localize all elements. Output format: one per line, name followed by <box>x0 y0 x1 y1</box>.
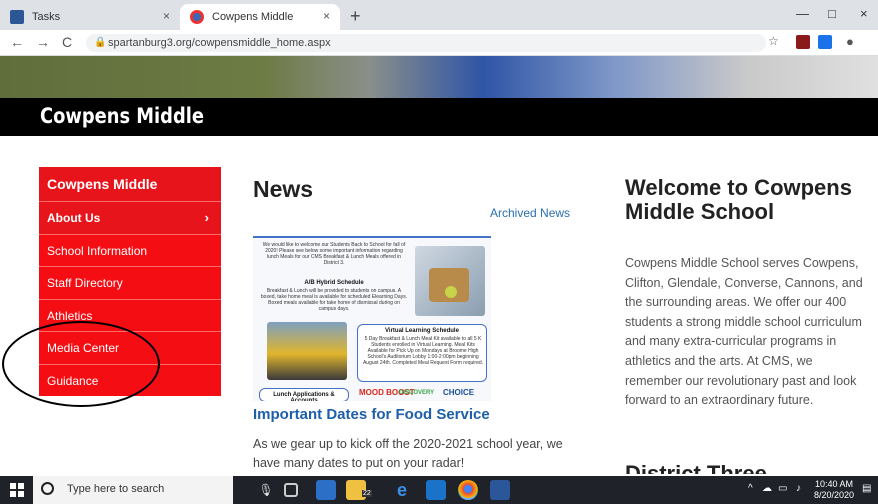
profile-icon[interactable]: ● <box>846 34 854 49</box>
tasks-favicon-icon <box>10 10 24 24</box>
search-placeholder: Type here to search <box>67 483 165 495</box>
onedrive-icon[interactable]: ☁ <box>762 483 772 494</box>
clock-date: 8/20/2020 <box>813 490 854 500</box>
file-explorer-icon[interactable] <box>316 480 336 500</box>
tab-cowpens-middle[interactable]: Cowpens Middle × <box>180 4 340 30</box>
flyer-ab-title: A/B Hybrid Schedule <box>304 280 364 286</box>
windows-taskbar: Type here to search 🎙 22 e ^ ☁ ▭ ♪ 10:40… <box>0 476 878 504</box>
discovery-logo: DISCOVERY <box>399 390 435 396</box>
virtual-schedule-box: Virtual Learning Schedule 5 Day Breakfas… <box>357 324 487 382</box>
system-clock[interactable]: 10:40 AM 8/20/2020 <box>814 479 854 501</box>
school-bus-photo <box>267 322 347 380</box>
news-heading: News <box>253 176 314 202</box>
address-bar-row: ← → C 🔒 spartanburg3.org/cowpensmiddle_h… <box>0 30 878 56</box>
fruit-shape <box>445 286 457 298</box>
district-three-heading: District Three <box>625 461 767 474</box>
choice-logo: CHOICE <box>443 388 475 397</box>
lunch-applications-box: Lunch Applications & Accounts <box>259 388 349 401</box>
notifications-icon[interactable]: ▤ <box>862 483 871 494</box>
extension-pdf-icon[interactable] <box>796 35 810 49</box>
windows-start-icon[interactable] <box>10 483 24 497</box>
sidebar-item-label: Staff Directory <box>47 276 123 290</box>
flyer-ab-text: Breakfast & Lunch will be provided to st… <box>260 288 408 312</box>
close-tab-icon[interactable]: × <box>163 9 170 23</box>
forward-button[interactable]: → <box>36 34 50 50</box>
browser-tab-bar: Tasks × Cowpens Middle × + — □ × <box>0 0 878 30</box>
new-tab-button[interactable]: + <box>350 6 361 27</box>
extension-blue-icon[interactable] <box>818 35 832 49</box>
tab-label: Cowpens Middle <box>212 11 294 23</box>
flyer-virtual-text: 5 Day Breakfast & Lunch Meal Kit availab… <box>362 336 484 366</box>
sidebar-item-about-us[interactable]: About Us › <box>39 201 221 234</box>
network-icon[interactable]: ▭ <box>778 483 787 494</box>
close-window-button[interactable]: × <box>860 6 868 21</box>
word-icon[interactable] <box>490 480 510 500</box>
bookmark-star-icon[interactable]: ☆ <box>768 34 779 48</box>
meal-box-photo <box>415 246 485 316</box>
site-banner: Cowpens Middle <box>0 98 878 136</box>
back-button[interactable]: ← <box>10 34 24 50</box>
edge-browser-icon[interactable]: e <box>392 480 412 500</box>
clock-time: 10:40 AM <box>814 479 853 489</box>
url-field[interactable]: 🔒 spartanburg3.org/cowpensmiddle_home.as… <box>86 34 766 52</box>
hero-image <box>0 56 878 98</box>
news-flyer-image[interactable]: We would like to welcome our Students Ba… <box>253 236 491 401</box>
volume-icon[interactable]: ♪ <box>796 483 801 494</box>
sidebar-item-school-information[interactable]: School Information <box>39 233 221 266</box>
tab-label: Tasks <box>32 11 61 23</box>
news-article-summary: As we gear up to kick off the 2020-2021 … <box>253 437 563 470</box>
sidebar-item-label: About Us <box>47 211 101 225</box>
welcome-heading: Welcome to Cowpens Middle School <box>625 175 852 224</box>
sidebar-header[interactable]: Cowpens Middle <box>39 167 221 201</box>
welcome-text: Cowpens Middle School serves Cowpens, Cl… <box>625 256 863 408</box>
archived-news-link[interactable]: Archived News <box>490 206 570 220</box>
site-title[interactable]: Cowpens Middle <box>40 104 204 128</box>
badge-count: 22 <box>362 490 372 497</box>
chrome-icon[interactable] <box>458 480 478 500</box>
maximize-button[interactable]: □ <box>828 6 836 21</box>
taskbar-search-box[interactable]: Type here to search <box>33 476 233 504</box>
news-article-headline[interactable]: Important Dates for Food Service <box>253 406 490 423</box>
chevron-right-icon: › <box>204 210 209 225</box>
flyer-virtual-title: Virtual Learning Schedule <box>385 328 459 334</box>
lock-icon: 🔒 <box>94 37 107 48</box>
url-text: spartanburg3.org/cowpensmiddle_home.aspx <box>108 37 331 49</box>
reload-button[interactable]: C <box>62 34 72 50</box>
sidebar-item-staff-directory[interactable]: Staff Directory <box>39 266 221 299</box>
microphone-icon[interactable]: 🎙 <box>256 480 276 500</box>
close-tab-icon[interactable]: × <box>323 9 330 23</box>
flyer-intro-text: We would like to welcome our Students Ba… <box>262 242 406 266</box>
sidebar-item-label: School Information <box>47 243 148 258</box>
minimize-button[interactable]: — <box>796 6 809 21</box>
school-favicon-icon <box>190 10 204 24</box>
tray-chevron-icon[interactable]: ^ <box>748 483 753 494</box>
hand-drawn-circle-annotation <box>2 321 160 407</box>
task-view-icon[interactable] <box>284 483 298 497</box>
flyer-lunch-apps: Lunch Applications & Accounts <box>273 392 335 401</box>
search-icon <box>41 482 54 495</box>
tab-tasks[interactable]: Tasks × <box>0 4 180 30</box>
outlook-icon[interactable] <box>426 480 446 500</box>
